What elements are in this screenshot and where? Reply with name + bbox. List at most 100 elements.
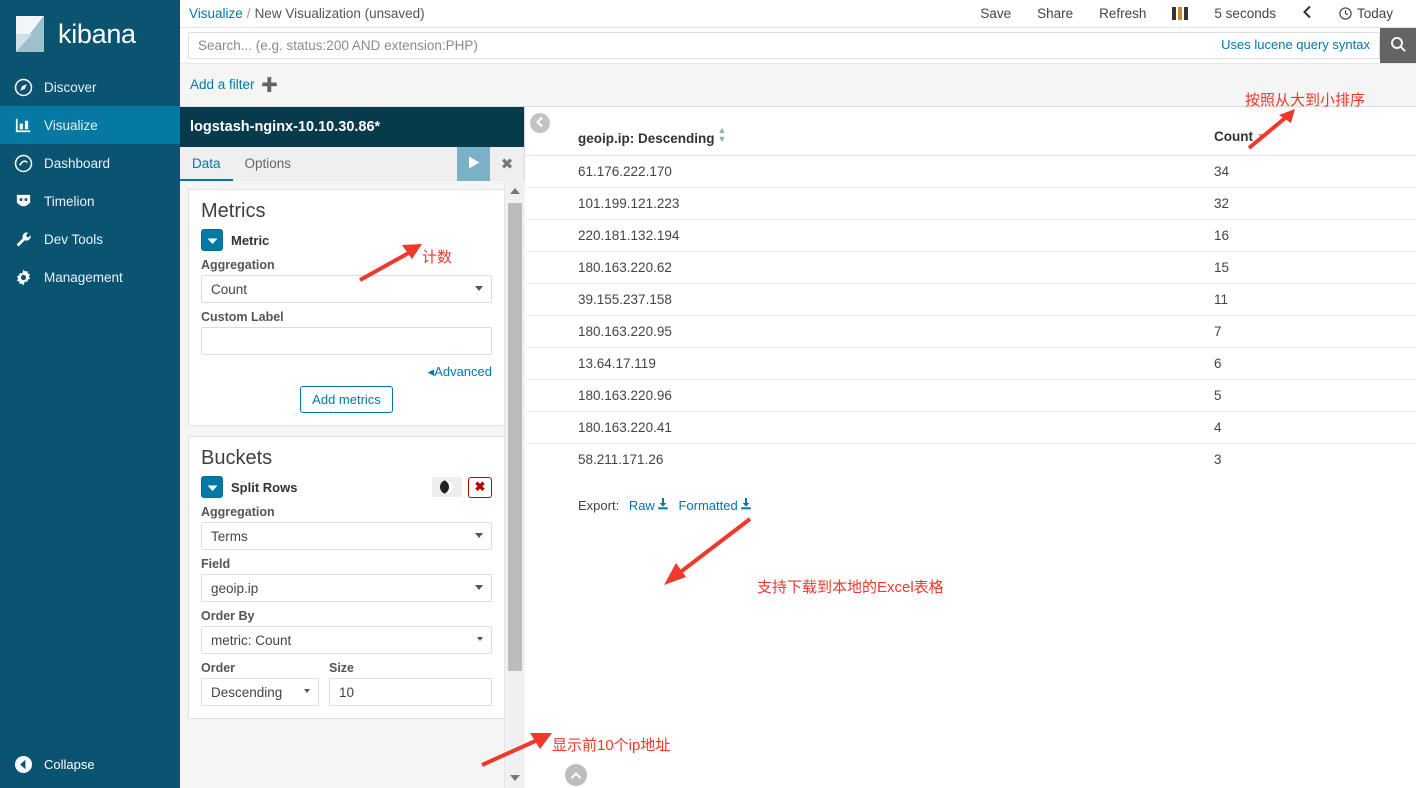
table-row[interactable]: 180.163.220.95 7	[525, 315, 1416, 348]
search-input[interactable]	[188, 32, 1380, 59]
column-header-label: Count	[1214, 128, 1253, 144]
bucket-agg-header: Split Rows ✖	[201, 476, 492, 498]
table-row[interactable]: 180.163.220.41 4	[525, 411, 1416, 444]
refresh-button[interactable]: Refresh	[1086, 0, 1159, 28]
export-formatted-link[interactable]: Formatted	[678, 498, 751, 513]
apply-changes-button[interactable]	[457, 147, 490, 181]
cell-count: 11	[1214, 283, 1416, 316]
bucket-field-select[interactable]	[201, 574, 492, 602]
top-bar: Visualize / New Visualization (unsaved) Sa…	[180, 0, 1416, 28]
metric-expand-toggle[interactable]	[201, 229, 223, 251]
bucket-order-select[interactable]	[201, 678, 319, 706]
sort-both-icon[interactable]: ▲ ▼	[718, 126, 727, 144]
table-row[interactable]: 101.199.121.223 32	[525, 187, 1416, 220]
cell-count: 32	[1214, 187, 1416, 220]
bucket-expand-toggle[interactable]	[201, 476, 223, 498]
cell-count: 16	[1214, 219, 1416, 252]
metrics-card: Metrics Metric Aggregation Custom Label …	[188, 189, 505, 426]
tab-data[interactable]: Data	[180, 147, 233, 181]
sidebar-item-management[interactable]: Management	[0, 258, 180, 296]
scroll-down-arrow[interactable]	[505, 768, 525, 788]
bucket-aggregation-select[interactable]	[201, 522, 492, 550]
clock-icon	[1339, 7, 1352, 20]
editor-scrollbar[interactable]	[504, 181, 524, 788]
bucket-order-label: Order	[201, 661, 236, 675]
advanced-label: Advanced	[434, 364, 492, 379]
bucket-order-by-select[interactable]	[201, 626, 492, 654]
cell-ip: 13.64.17.119	[525, 347, 1214, 380]
add-filter-label: Add a filter	[190, 77, 255, 92]
sidebar-item-dashboard[interactable]: Dashboard	[0, 144, 180, 182]
play-icon	[467, 155, 481, 173]
bucket-remove-button[interactable]: ✖	[468, 476, 492, 498]
cell-count: 15	[1214, 251, 1416, 284]
table-header-row: geoip.ip: Descending▲ ▼ Count	[525, 120, 1416, 156]
cell-count: 5	[1214, 379, 1416, 412]
scrollbar-thumb[interactable]	[508, 203, 522, 671]
share-button[interactable]: Share	[1024, 0, 1086, 28]
sidebar-item-discover[interactable]: Discover	[0, 68, 180, 106]
cell-count: 34	[1214, 155, 1416, 188]
bucket-field-label: Field	[201, 557, 231, 571]
scroll-to-top-button[interactable]	[565, 764, 587, 786]
bucket-aggregation-label: Aggregation	[201, 505, 275, 519]
chevron-down-icon	[207, 233, 218, 248]
breadcrumb-root[interactable]: Visualize	[189, 6, 243, 21]
add-metrics-button[interactable]: Add metrics	[300, 386, 393, 413]
column-header-count[interactable]: Count	[1214, 120, 1416, 156]
lucene-hint[interactable]: Uses lucene query syntax	[1221, 37, 1370, 52]
export-raw-link[interactable]: Raw	[629, 498, 669, 513]
toggle-icon	[440, 480, 454, 494]
close-icon: ✖	[500, 156, 514, 173]
cell-ip: 101.199.121.223	[525, 187, 1214, 220]
metric-custom-label-input[interactable]	[201, 327, 492, 355]
bucket-enable-toggle[interactable]	[432, 477, 462, 497]
dashboard-icon	[14, 154, 44, 173]
metric-aggregation-label: Aggregation	[201, 258, 275, 272]
sidebar-item-visualize[interactable]: Visualize	[0, 106, 180, 144]
table-row[interactable]: 39.155.237.158 11	[525, 283, 1416, 316]
cell-count: 7	[1214, 315, 1416, 348]
sidebar-collapse-button[interactable]: Collapse	[0, 755, 180, 774]
column-header-label: geoip.ip: Descending	[578, 131, 715, 146]
app-logo[interactable]: kibana	[0, 0, 180, 68]
time-back-button[interactable]	[1289, 0, 1326, 28]
scroll-up-arrow[interactable]	[505, 181, 525, 201]
cell-ip: 58.211.171.26	[578, 452, 664, 467]
timelion-icon	[14, 192, 44, 211]
metric-agg-header: Metric	[201, 229, 492, 251]
sidebar-item-label: Dev Tools	[44, 231, 104, 247]
pause-button[interactable]	[1159, 0, 1201, 28]
metric-aggregation-select[interactable]	[201, 275, 492, 303]
editor-collapse-handle[interactable]	[530, 113, 550, 133]
close-editor-button[interactable]: ✖	[490, 147, 524, 181]
buckets-heading: Buckets	[201, 447, 273, 469]
table-row[interactable]: 13.64.17.119 6	[525, 347, 1416, 380]
pause-icon	[1172, 7, 1189, 20]
search-submit-button[interactable]	[1380, 28, 1416, 63]
visualization-area: geoip.ip: Descending▲ ▼ Count 61.176.222.…	[525, 107, 1416, 788]
chevron-up-circle-icon	[570, 768, 582, 783]
table-row[interactable]: 61.176.222.170 34	[525, 155, 1416, 188]
refresh-interval[interactable]: 5 seconds	[1201, 0, 1289, 28]
table-row[interactable]: 180.163.220.62 15	[525, 251, 1416, 284]
time-range-label: Today	[1356, 6, 1393, 21]
add-filter-button[interactable]: Add a filter ➕	[190, 77, 278, 93]
bucket-size-input[interactable]	[329, 678, 492, 706]
advanced-toggle[interactable]: ◂Advanced	[201, 364, 492, 380]
column-header-geoip[interactable]: geoip.ip: Descending▲ ▼	[525, 120, 1214, 156]
bucket-size-label: Size	[329, 661, 355, 675]
search-icon	[1390, 36, 1407, 56]
time-range-picker[interactable]: Today	[1326, 0, 1406, 28]
save-button[interactable]: Save	[967, 0, 1024, 28]
sidebar-item-label: Timelion	[44, 193, 95, 209]
sidebar-item-timelion[interactable]: Timelion	[0, 182, 180, 220]
query-bar: Uses lucene query syntax	[180, 28, 1416, 63]
metric-agg-label: Metric	[231, 232, 270, 248]
table-row[interactable]: 220.181.132.194 16	[525, 219, 1416, 252]
sidebar-item-dev-tools[interactable]: Dev Tools	[0, 220, 180, 258]
table-row[interactable]: 58.211.171.26 3	[525, 444, 1416, 476]
tab-options[interactable]: Options	[233, 147, 304, 181]
breadcrumb-current: New Visualization (unsaved)	[254, 6, 425, 21]
table-row[interactable]: 180.163.220.96 5	[525, 379, 1416, 412]
